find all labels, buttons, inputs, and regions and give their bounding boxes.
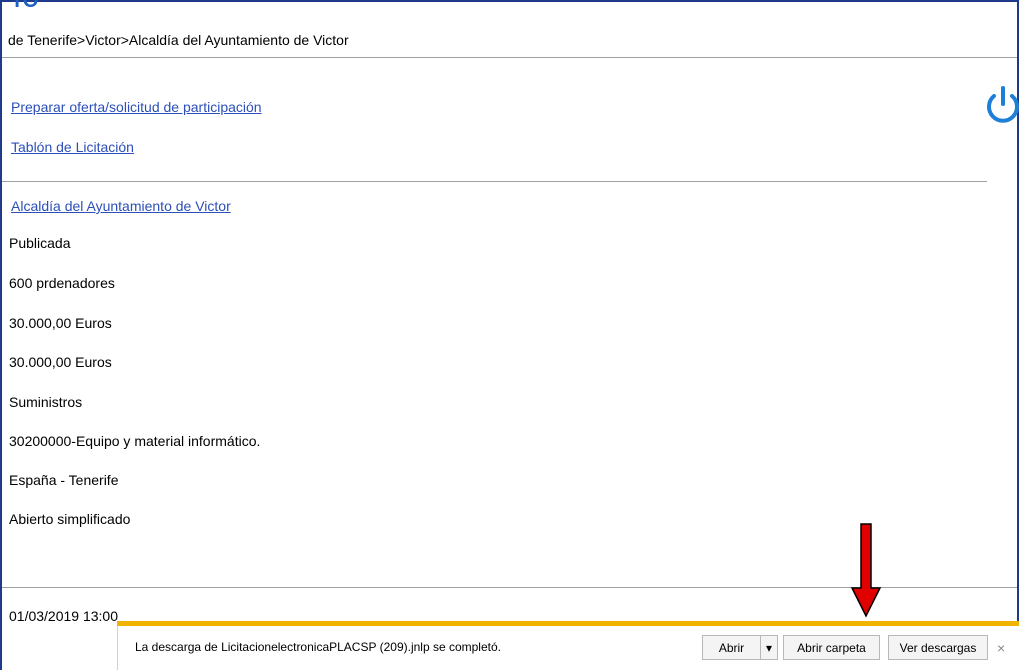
tender-board-link[interactable]: Tablón de Licitación [11,139,134,155]
download-message: La descarga de LicitacionelectronicaPLAC… [135,640,501,654]
open-options-button[interactable]: ▾ [760,635,778,660]
prepare-offer-link[interactable]: Preparar oferta/solicitud de participaci… [11,99,262,115]
divider [2,181,987,182]
organization-link[interactable]: Alcaldía del Ayuntamiento de Victor [11,198,231,214]
divider [2,57,1017,58]
window-frame-top [0,0,1019,2]
budget-value: 30.000,00 Euros [9,315,112,331]
status-value: Publicada [9,235,71,251]
power-icon[interactable] [983,84,1019,126]
download-bar-border [117,626,118,670]
procedure-value: Abierto simplificado [9,511,131,527]
contract-type-value: Suministros [9,394,83,410]
download-notification-bar: La descarga de LicitacionelectronicaPLAC… [117,621,1019,670]
breadcrumb: de Tenerife>Victor>Alcaldía del Ayuntami… [8,32,349,48]
arrow-down-icon [850,523,882,618]
deadline-date: 01/03/2019 13:00 [9,608,118,624]
estimated-value: 30.000,00 Euros [9,354,112,370]
cpv-code-value: 30200000-Equipo y material informático. [9,433,261,449]
download-bar-accent [117,621,1019,626]
open-folder-button[interactable]: Abrir carpeta [783,635,880,660]
page-heading: TO [11,0,39,12]
object-value: 600 prdenadores [9,275,115,291]
view-downloads-button[interactable]: Ver descargas [888,635,988,660]
location-value: España - Tenerife [9,472,119,488]
window-frame-left [0,0,2,670]
close-icon[interactable]: × [997,640,1005,656]
open-button[interactable]: Abrir [702,635,761,660]
